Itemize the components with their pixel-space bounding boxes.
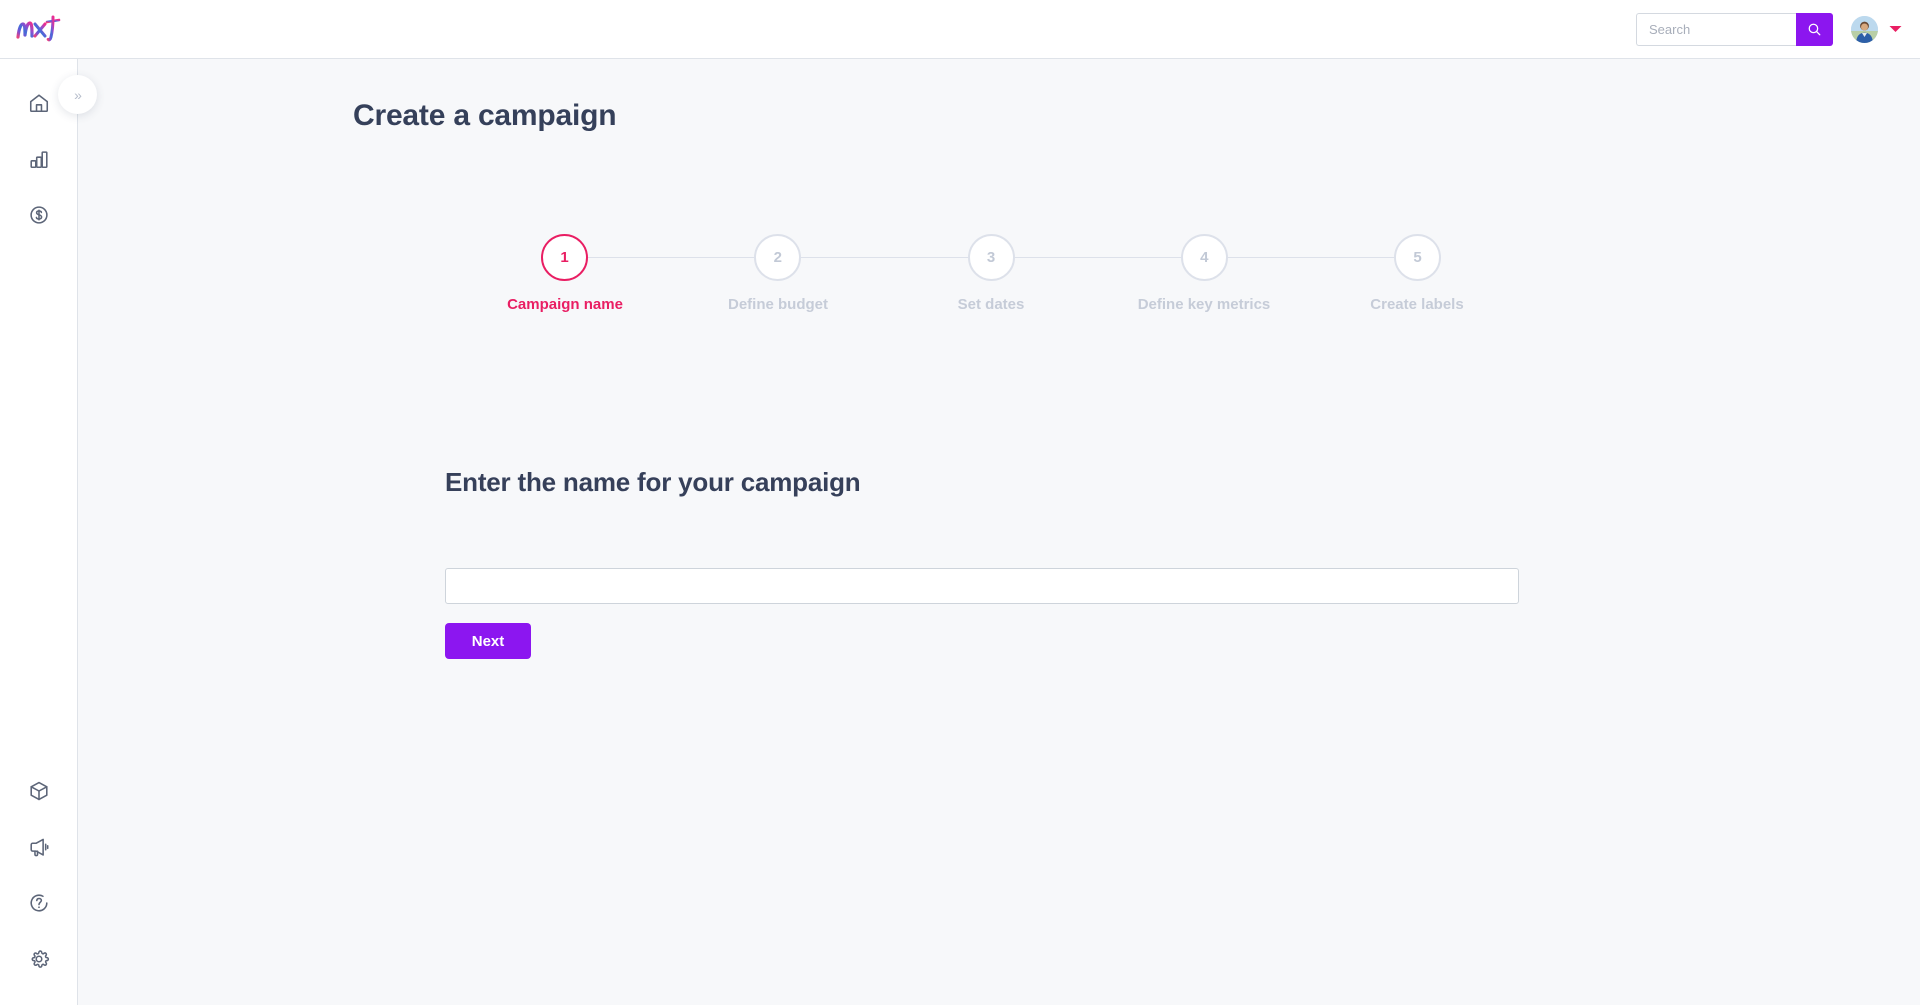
sidebar-item-analytics[interactable] — [0, 131, 78, 187]
header-actions — [1636, 12, 1920, 46]
search-input[interactable] — [1636, 12, 1796, 46]
step-connector-4 — [1227, 257, 1394, 258]
step-label-set-dates[interactable]: Set dates — [891, 296, 1091, 313]
step-label-define-budget[interactable]: Define budget — [678, 296, 878, 313]
search-icon — [1808, 23, 1821, 35]
step-label-define-key-metrics[interactable]: Define key metrics — [1104, 296, 1304, 313]
next-button[interactable]: Next — [445, 623, 531, 659]
sidebar-collapse-toggle[interactable]: » — [58, 75, 97, 114]
sidebar-item-billing[interactable] — [0, 187, 78, 243]
search-group — [1636, 12, 1833, 46]
step-connector-2 — [801, 257, 968, 258]
search-button[interactable] — [1796, 12, 1833, 46]
sidebar-bottom-group — [0, 763, 77, 1005]
main-content: Create a campaign 1 2 3 4 5 Campaign nam… — [79, 59, 1920, 1005]
bar-chart-icon — [30, 151, 48, 169]
step-node-3[interactable]: 3 — [967, 234, 1015, 281]
step-node-5[interactable]: 5 — [1394, 234, 1441, 281]
app-logo[interactable] — [0, 0, 78, 58]
gear-icon — [31, 950, 50, 968]
step-node-4[interactable]: 4 — [1180, 234, 1228, 281]
step-node-2[interactable]: 2 — [754, 234, 802, 281]
box-icon — [30, 781, 48, 801]
sidebar-item-campaigns[interactable] — [0, 819, 78, 875]
top-header — [0, 0, 1920, 59]
form-heading: Enter the name for your campaign — [445, 467, 861, 497]
stepper-labels: Campaign name Define budget Set dates De… — [507, 296, 1464, 313]
home-icon — [29, 94, 49, 113]
step-node-1[interactable]: 1 — [541, 234, 588, 281]
account-dropdown-toggle[interactable] — [1888, 22, 1902, 36]
help-circle-icon — [30, 894, 48, 912]
campaign-stepper: 1 2 3 4 5 Campaign name Define budget Se… — [507, 228, 1464, 343]
page-title: Create a campaign — [353, 99, 617, 132]
megaphone-icon — [30, 838, 49, 857]
user-avatar-icon — [1851, 15, 1878, 43]
stepper-track: 1 2 3 4 5 — [541, 228, 1441, 287]
left-sidebar — [0, 59, 78, 1005]
step-label-create-labels[interactable]: Create labels — [1317, 296, 1517, 313]
nxt-logo-icon — [16, 15, 61, 42]
sidebar-item-products[interactable] — [0, 763, 78, 819]
step-connector-3 — [1014, 257, 1181, 258]
step-connector-1 — [588, 257, 755, 258]
chevron-down-icon — [1889, 26, 1901, 32]
avatar[interactable] — [1851, 15, 1878, 43]
step-label-campaign-name[interactable]: Campaign name — [465, 296, 665, 313]
campaign-name-input[interactable] — [445, 568, 1519, 604]
sidebar-item-help[interactable] — [0, 875, 78, 931]
dollar-circle-icon — [30, 206, 48, 224]
sidebar-item-settings[interactable] — [0, 931, 78, 987]
